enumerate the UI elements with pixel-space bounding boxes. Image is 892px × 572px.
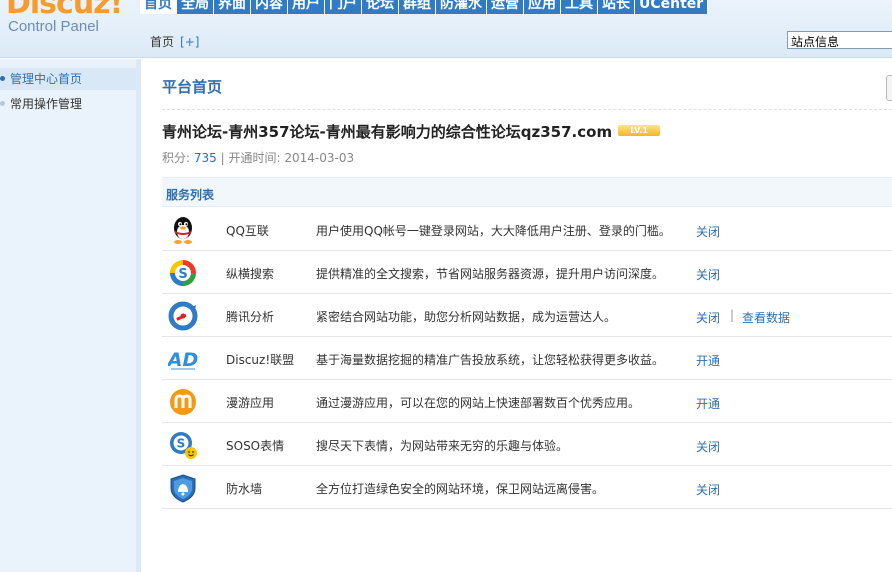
page-title: 平台首页: [162, 78, 223, 96]
header: Discuz! Control Panel 首页 全局 界面 内容 用户 门户 …: [0, 0, 892, 58]
nav-group[interactable]: 群组: [399, 0, 436, 14]
service-desc: 提供精准的全文搜索，节省网站服务器资源，提升用户访问深度。: [316, 267, 665, 281]
site-title-text: 青州论坛-青州357论坛-青州最有影响力的综合性论坛qz357.com: [162, 123, 613, 141]
sidebar: 管理中心首页 常用操作管理: [0, 59, 141, 572]
service-action-link[interactable]: 开通: [696, 395, 720, 412]
breadcrumb: 首页 [+]: [150, 33, 199, 50]
view-data-link[interactable]: 查看数据: [742, 309, 790, 326]
nav-content[interactable]: 内容: [251, 0, 288, 14]
discuz-logo[interactable]: Discuz! Control Panel: [0, 0, 140, 58]
firewall-shield-icon: [170, 474, 196, 503]
nav-antispam[interactable]: 防灌水: [436, 0, 487, 14]
nav-founder[interactable]: 站长: [598, 0, 635, 14]
services-list: QQ互联 用户使用QQ帐号一键登录网站，大大降低用户注册、登录的门槛。 关闭 S…: [162, 208, 892, 509]
service-desc: 紧密结合网站功能，助您分析网站数据，成为运营达人。: [316, 310, 617, 324]
top-nav: 首页 全局 界面 内容 用户 门户 论坛 群组 防灌水 运营 应用 工具 站长 …: [140, 0, 709, 14]
bullet-icon: [0, 101, 5, 106]
nav-portal[interactable]: 门户: [325, 0, 362, 14]
service-name: 纵横搜索: [226, 267, 275, 281]
soso-emoticon-icon: S: [170, 432, 197, 459]
nav-global[interactable]: 全局: [177, 0, 214, 14]
sidebar-item-label: 常用操作管理: [10, 97, 83, 111]
site-info-select[interactable]: 站点信息: [787, 31, 892, 49]
tencent-analytics-icon: [168, 301, 198, 331]
nav-ucenter[interactable]: UCenter: [635, 0, 709, 14]
service-action-link[interactable]: 关闭: [696, 481, 720, 498]
soso-search-icon: S: [170, 260, 196, 286]
logo-subtitle: Control Panel: [8, 18, 99, 35]
service-action-link[interactable]: 关闭: [696, 266, 720, 283]
nav-operation[interactable]: 运营: [487, 0, 524, 14]
service-desc: 搜尽天下表情，为网站带来无穷的乐趣与体验。: [316, 439, 569, 453]
add-shortcut-button[interactable]: [+]: [180, 35, 199, 49]
service-desc: 全方位打造绿色安全的网站环境，保卫网站远离侵害。: [316, 482, 605, 496]
qq-penguin-icon: [174, 217, 192, 244]
service-row-analytics: 腾讯分析 紧密结合网站功能，助您分析网站数据，成为运营达人。 关闭 | 查看数据: [162, 294, 892, 337]
nav-forum[interactable]: 论坛: [362, 0, 399, 14]
nav-tools[interactable]: 工具: [561, 0, 598, 14]
service-action-link[interactable]: 关闭: [696, 438, 720, 455]
service-row-ad-union: AD Discuz!联盟 基于海量数据挖掘的精准广告投放系统，让您轻松获得更多收…: [162, 337, 892, 380]
service-row-manyou: 漫游应用 通过漫游应用，可以在您的网站上快速部署数百个优秀应用。 开通: [162, 380, 892, 423]
level-badge: LV.1: [618, 125, 661, 136]
sidebar-item-admin-home[interactable]: 管理中心首页: [0, 68, 136, 90]
service-action-link[interactable]: 关闭: [696, 223, 720, 240]
services-header-label: 服务列表: [166, 188, 215, 202]
service-action-link[interactable]: 关闭: [696, 309, 720, 326]
side-toggle-tab[interactable]: [886, 75, 892, 101]
service-name: 防水墙: [226, 482, 263, 496]
service-name: QQ互联: [226, 224, 269, 238]
service-name: Discuz!联盟: [226, 353, 295, 367]
service-row-firewall: 防水墙 全方位打造绿色安全的网站环境，保卫网站远离侵害。 关闭: [162, 466, 892, 509]
service-row-search: S 纵横搜索 提供精准的全文搜索，节省网站服务器资源，提升用户访问深度。 关闭: [162, 251, 892, 294]
site-title: 青州论坛-青州357论坛-青州最有影响力的综合性论坛qz357.com LV.1: [162, 121, 661, 142]
site-meta: 积分: 735 | 开通时间: 2014-03-03: [162, 149, 354, 166]
nav-interface[interactable]: 界面: [214, 0, 251, 14]
action-separator: |: [730, 308, 735, 322]
service-action-link[interactable]: 开通: [696, 352, 720, 369]
svg-text:S: S: [177, 437, 186, 451]
points-value: 735: [193, 151, 217, 165]
service-row-emoticon: S SOSO表情 搜尽天下表情，为网站带来无穷的乐趣与体验。 关闭: [162, 423, 892, 466]
open-date-label: | 开通时间:: [220, 151, 281, 165]
service-name: 漫游应用: [226, 396, 275, 410]
service-desc: 基于海量数据挖掘的精准广告投放系统，让您轻松获得更多收益。: [316, 353, 665, 367]
service-desc: 用户使用QQ帐号一键登录网站，大大降低用户注册、登录的门槛。: [316, 224, 671, 238]
points-label: 积分:: [162, 151, 191, 165]
services-header: 服务列表: [162, 177, 892, 207]
nav-apps[interactable]: 应用: [524, 0, 561, 14]
nav-user[interactable]: 用户: [288, 0, 325, 14]
service-desc: 通过漫游应用，可以在您的网站上快速部署数百个优秀应用。: [316, 396, 641, 410]
nav-home[interactable]: 首页: [140, 0, 177, 14]
active-marker-icon: [0, 76, 5, 81]
sidebar-item-label: 管理中心首页: [10, 72, 83, 86]
service-name: SOSO表情: [226, 439, 285, 453]
service-row-qq-connect: QQ互联 用户使用QQ帐号一键登录网站，大大降低用户注册、登录的门槛。 关闭: [162, 208, 892, 251]
manyou-app-icon: [170, 389, 196, 415]
sidebar-item-common-ops[interactable]: 常用操作管理: [0, 93, 136, 115]
svg-text:S: S: [178, 267, 187, 282]
svg-text:AD: AD: [168, 349, 198, 371]
service-name: 腾讯分析: [226, 310, 275, 324]
open-date-value: 2014-03-03: [284, 151, 355, 165]
divider: [162, 109, 892, 110]
main-content: 平台首页 青州论坛-青州357论坛-青州最有影响力的综合性论坛qz357.com…: [146, 59, 892, 572]
ad-union-icon: AD: [168, 349, 198, 371]
breadcrumb-home[interactable]: 首页: [150, 35, 174, 49]
